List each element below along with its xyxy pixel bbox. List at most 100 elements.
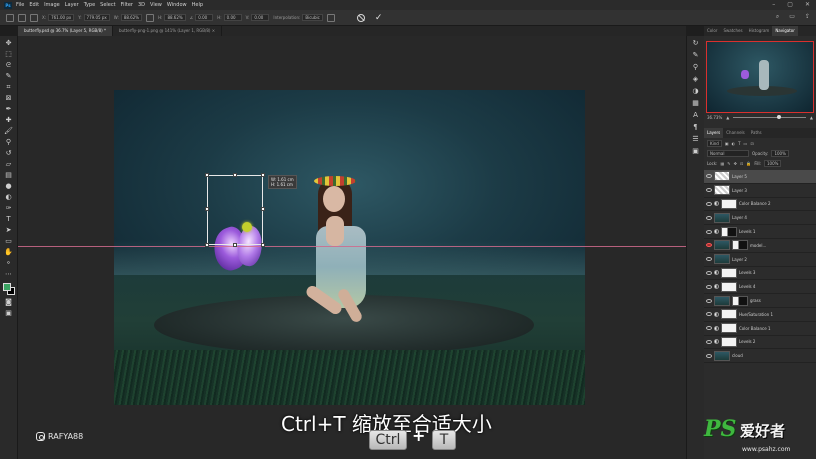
tab-swatches[interactable]: Swatches: [720, 26, 745, 36]
visibility-eye-icon[interactable]: [706, 201, 712, 206]
menu-view[interactable]: View: [150, 2, 162, 8]
type-tool-icon[interactable]: T: [4, 215, 13, 223]
pen-tool-icon[interactable]: ✑: [4, 204, 13, 212]
blur-tool-icon[interactable]: ●: [4, 182, 13, 190]
zoom-slider[interactable]: [733, 115, 806, 119]
link-icon[interactable]: [146, 13, 155, 22]
interpolation-field[interactable]: Interpolation: Bicubic: [273, 14, 323, 21]
tab-channels[interactable]: Channels: [723, 128, 748, 138]
paragraph-panel-icon[interactable]: ¶: [692, 123, 700, 131]
zoom-out-icon[interactable]: ▲: [726, 115, 729, 120]
visibility-eye-icon[interactable]: [706, 257, 712, 262]
menu-filter[interactable]: Filter: [121, 2, 133, 8]
menu-help[interactable]: Help: [192, 2, 203, 8]
visibility-eye-icon[interactable]: [706, 215, 712, 220]
angle-field[interactable]: ∠ 0.00: [190, 14, 214, 21]
eyedropper-tool-icon[interactable]: ✒: [4, 105, 13, 113]
transform-tool-icon[interactable]: [18, 13, 26, 22]
tab-histogram[interactable]: Histogram: [746, 26, 773, 36]
transform-bounding-box[interactable]: [205, 173, 265, 247]
visibility-eye-icon[interactable]: [706, 298, 712, 303]
visibility-eye-icon[interactable]: [706, 326, 712, 331]
layer-row[interactable]: Levels 3: [704, 267, 816, 281]
menu-image[interactable]: Image: [44, 2, 60, 8]
navigator-preview[interactable]: [706, 41, 814, 113]
layer-row[interactable]: Levels 4: [704, 280, 816, 295]
properties-panel-icon[interactable]: ☰: [692, 135, 700, 143]
tab-butterfly-psd[interactable]: butterfly.psd @ 36.7% (Layer 5, RGB/8) *: [18, 26, 114, 36]
commit-transform-icon[interactable]: ✓: [375, 13, 383, 23]
layer-row[interactable]: Layer 4: [704, 211, 816, 226]
hand-tool-icon[interactable]: ✋: [4, 248, 13, 256]
handle-bottom-left[interactable]: [205, 243, 209, 247]
foreground-color-swatch[interactable]: [2, 283, 11, 291]
healing-brush-tool-icon[interactable]: ✚: [4, 116, 13, 124]
color-swatches[interactable]: [2, 283, 15, 295]
marquee-tool-icon[interactable]: ⬚: [4, 50, 13, 58]
libraries-panel-icon[interactable]: ▣: [692, 147, 700, 155]
quick-mask-icon[interactable]: ◙: [4, 298, 13, 306]
visibility-eye-icon[interactable]: [706, 312, 712, 317]
history-brush-tool-icon[interactable]: ↺: [4, 149, 13, 157]
visibility-eye-icon[interactable]: [706, 353, 712, 358]
visibility-eye-icon[interactable]: [706, 229, 712, 234]
styles-panel-icon[interactable]: ▦: [692, 99, 700, 107]
layer-row[interactable]: Layer 5: [704, 170, 816, 184]
workspace-icon[interactable]: ▭: [789, 13, 795, 21]
layer-row[interactable]: model...: [704, 239, 816, 253]
more-tools-icon[interactable]: ⋯: [4, 270, 13, 278]
canvas-area[interactable]: W: 1.61 cm H: 1.61 cm: [18, 36, 686, 459]
document-artwork[interactable]: [114, 90, 585, 405]
brush-tool-icon[interactable]: 🖌: [4, 127, 13, 135]
filter-adjust-icon[interactable]: ◐: [732, 141, 736, 146]
lock-all-icon[interactable]: 🔒: [746, 161, 751, 166]
lock-artboard-icon[interactable]: ⊡: [740, 161, 743, 166]
visibility-eye-icon[interactable]: [706, 270, 712, 275]
layer-row[interactable]: Color Balance 1: [704, 322, 816, 336]
screen-mode-icon[interactable]: ▣: [4, 309, 13, 317]
zoom-in-icon[interactable]: ▲: [810, 115, 813, 120]
filter-shape-icon[interactable]: ▭: [744, 141, 748, 146]
hskew-value[interactable]: 0.00: [223, 14, 242, 21]
visibility-eye-icon[interactable]: [706, 339, 712, 344]
cancel-transform-icon[interactable]: [356, 13, 365, 22]
layer-row[interactable]: Color Balance 2: [704, 198, 816, 212]
visibility-eye-icon[interactable]: [706, 188, 712, 193]
vskew-field[interactable]: V: 0.00: [246, 14, 270, 21]
zoom-slider-knob[interactable]: [776, 115, 781, 119]
tab-layers[interactable]: Layers: [704, 128, 724, 138]
move-tool-icon[interactable]: ✥: [4, 39, 13, 47]
menu-window[interactable]: Window: [167, 2, 187, 8]
quick-select-tool-icon[interactable]: ✎: [4, 72, 13, 80]
layer-row[interactable]: Layer 3: [704, 184, 816, 198]
angle-value[interactable]: 0.00: [195, 14, 214, 21]
layer-row[interactable]: Layer 2: [704, 253, 816, 267]
frame-tool-icon[interactable]: ⊠: [4, 94, 13, 102]
menu-layer[interactable]: Layer: [65, 2, 79, 8]
menu-3d[interactable]: 3D: [138, 2, 145, 8]
filter-smart-icon[interactable]: ⊡: [750, 141, 753, 146]
zoom-tool-icon[interactable]: ⚬: [4, 259, 13, 267]
maximize-icon[interactable]: ▢: [787, 1, 793, 8]
layer-row[interactable]: Levels 1: [704, 225, 816, 239]
tab-butterfly-png[interactable]: butterfly-png-1.png @ 141% (Layer 1, RGB…: [113, 26, 223, 36]
path-select-tool-icon[interactable]: ➤: [4, 226, 13, 234]
character-panel-icon[interactable]: A: [692, 111, 700, 119]
lasso-tool-icon[interactable]: ᘓ: [4, 61, 13, 69]
history-panel-icon[interactable]: ↻: [692, 39, 700, 47]
minimize-icon[interactable]: –: [772, 1, 775, 8]
y-field[interactable]: Y: 779.05 px: [78, 14, 110, 21]
x-value[interactable]: 761.00 px: [48, 14, 75, 21]
lock-move-icon[interactable]: ✥: [734, 161, 737, 166]
reference-point-icon[interactable]: [30, 13, 38, 22]
visibility-eye-icon[interactable]: [706, 243, 712, 248]
tab-color[interactable]: Color: [704, 26, 720, 36]
handle-right[interactable]: [261, 207, 265, 211]
warp-icon[interactable]: [326, 13, 335, 22]
visibility-eye-icon[interactable]: [706, 174, 712, 179]
menu-file[interactable]: File: [16, 2, 24, 8]
layer-row[interactable]: cloud: [704, 349, 816, 364]
menu-type[interactable]: Type: [84, 2, 95, 8]
layer-row[interactable]: grass: [704, 294, 816, 308]
visibility-eye-icon[interactable]: [706, 284, 712, 289]
